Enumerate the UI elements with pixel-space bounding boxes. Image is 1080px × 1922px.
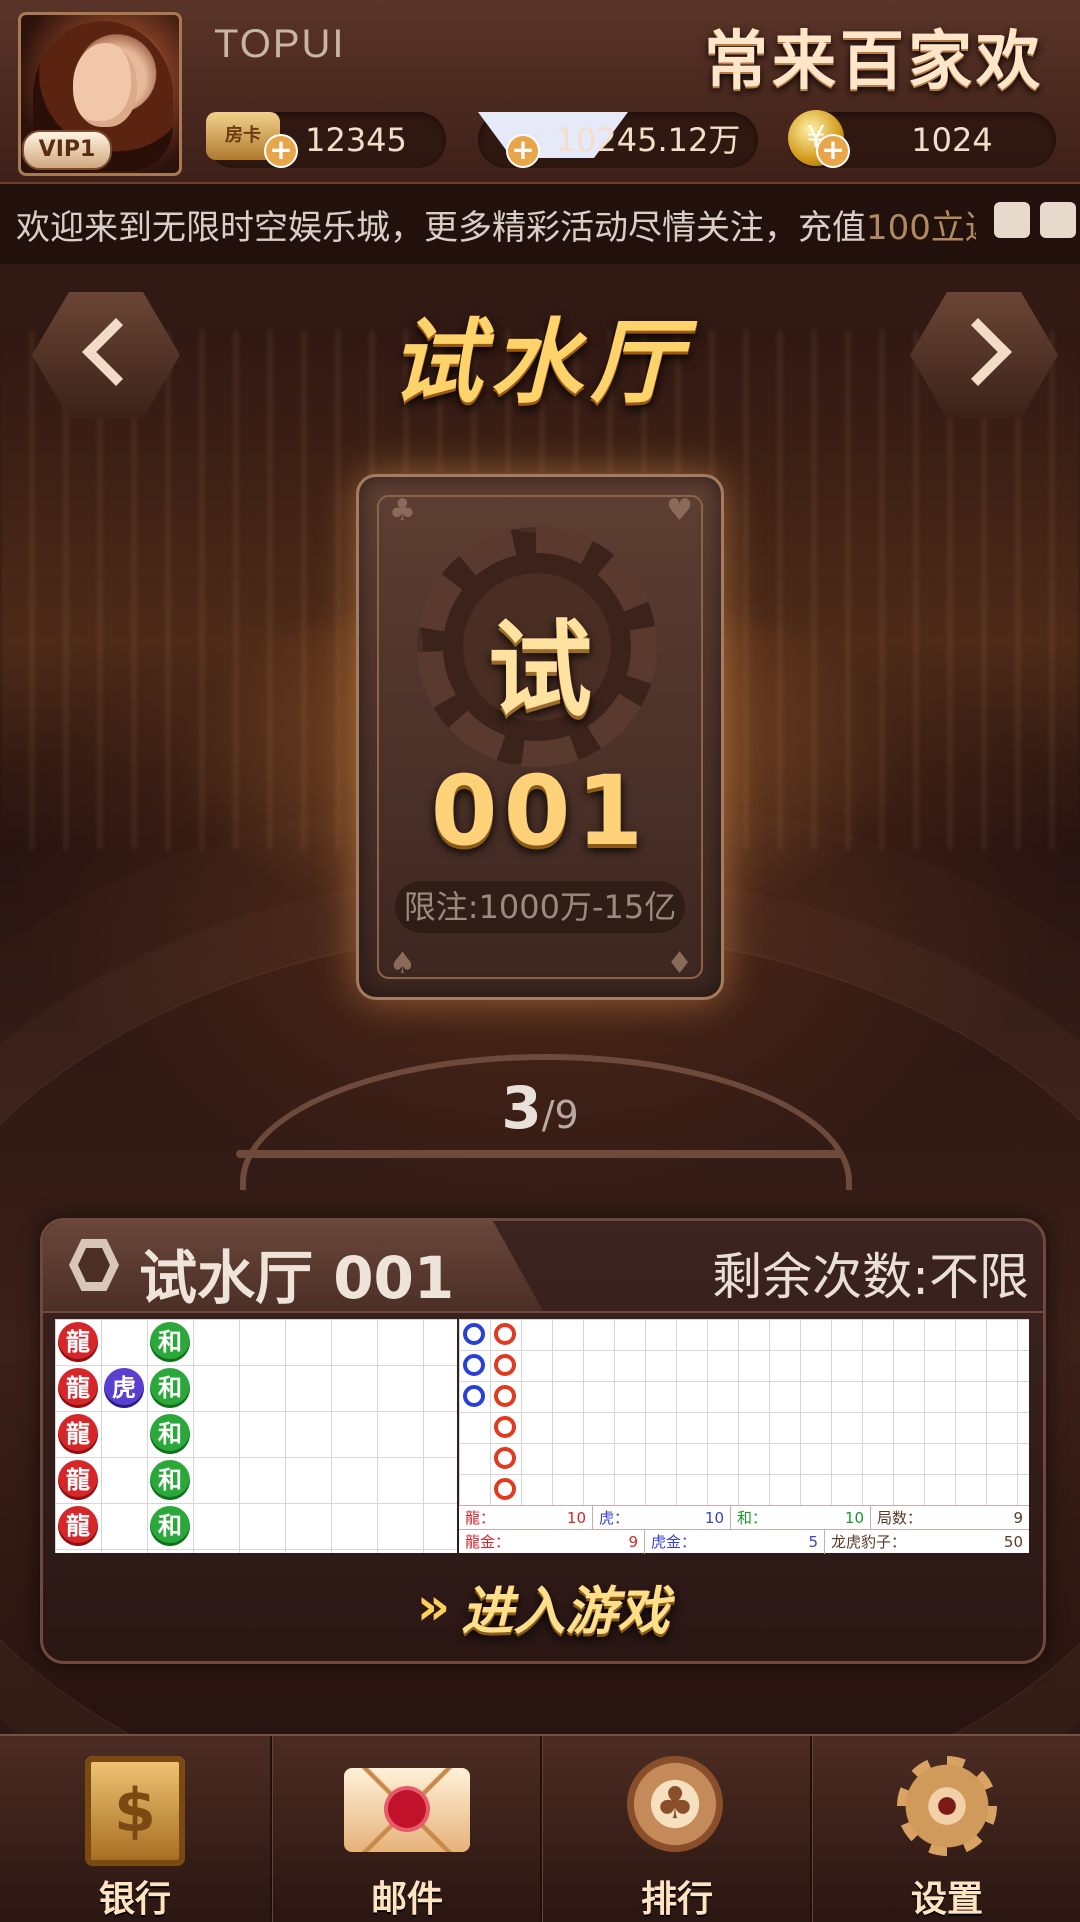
chevron-right-icon — [944, 318, 1012, 386]
bead-dragon: 龍 — [58, 1414, 98, 1454]
app-title: 常来百家欢 — [704, 24, 1044, 99]
bottom-nav: $ 银行 邮件 ♣ 排行 设置 — [0, 1734, 1080, 1922]
page-current: 3 — [501, 1074, 542, 1142]
username: TOPUI — [214, 22, 346, 66]
nav-settings[interactable]: 设置 — [812, 1736, 1080, 1922]
announcement-main: 欢迎来到无限时空娱乐城，更多精彩活动尽情关注，充值 — [16, 208, 866, 248]
enter-game-label: 进入游戏 — [461, 1582, 670, 1642]
diamond-counter[interactable]: + 10245.12万 — [478, 112, 758, 168]
bead-road: 龍和龍虎和龍和龍和龍和 — [55, 1319, 457, 1553]
coin-add-icon[interactable]: + — [818, 136, 848, 166]
bead-tie: 和 — [150, 1368, 190, 1408]
vip-badge: VIP1 — [22, 130, 112, 170]
room-type-char: 试 — [487, 608, 592, 731]
nav-rank[interactable]: ♣ 排行 — [542, 1736, 812, 1922]
big-road-red-ring — [494, 1323, 516, 1345]
message-icon[interactable] — [1040, 202, 1076, 238]
room-info-panel: 试水厅 001 剩余次数:不限 龍和龍虎和龍和龍和龍和 龍： 10 虎： 10 和：… — [40, 1218, 1046, 1664]
pager-base — [236, 1150, 844, 1158]
remaining-plays: 剩余次数:不限 — [712, 1248, 1029, 1306]
enter-game-button[interactable]: » 进入游戏 — [43, 1569, 1043, 1649]
nav-settings-label: 设置 — [910, 1879, 983, 1920]
bead-tie: 和 — [150, 1322, 190, 1362]
announcement-highlight: 100立返 — [866, 208, 976, 248]
panel-room-name: 试水厅 001 — [139, 1244, 455, 1312]
big-road-blue-ring — [463, 1354, 485, 1376]
bead-tiger: 虎 — [104, 1368, 144, 1408]
diamond-add-icon[interactable]: + — [508, 136, 538, 166]
coin-counter[interactable]: ¥ + 1024 — [788, 110, 1056, 168]
coin-count: 1024 — [911, 121, 993, 159]
mail-icon — [344, 1768, 470, 1852]
stats-row-2: 龍金： 9 虎金： 5 龙虎豹子： 50 — [459, 1529, 1029, 1554]
bead-tie: 和 — [150, 1460, 190, 1500]
big-road-red-ring — [494, 1385, 516, 1407]
speaker-icon[interactable] — [994, 202, 1030, 238]
nav-bank[interactable]: $ 银行 — [0, 1736, 270, 1922]
big-road-red-ring — [494, 1478, 516, 1500]
bead-dragon: 龍 — [58, 1506, 98, 1546]
stat-tie: 和： 10 — [731, 1506, 871, 1530]
announcement-text: 欢迎来到无限时空娱乐城，更多精彩活动尽情关注，充值100立返 — [16, 200, 976, 249]
heart-icon: ♥ — [666, 493, 693, 528]
nav-mail[interactable]: 邮件 — [272, 1736, 542, 1922]
stats-row-1: 龍： 10 虎： 10 和： 10 局数： 9 — [459, 1505, 1029, 1530]
stat-rounds: 局数： 9 — [877, 1509, 1023, 1527]
top-bar: VIP1 TOPUI 常来百家欢 房卡 + 12345 + 10245.12万 … — [0, 0, 1080, 184]
bead-dragon: 龍 — [58, 1460, 98, 1500]
room-card-counter[interactable]: 房卡 + 12345 — [206, 112, 446, 168]
big-road-blue-ring — [463, 1323, 485, 1345]
club-icon: ♣ — [389, 493, 416, 528]
bet-limit: 限注:1000万-15亿 — [395, 881, 685, 933]
nav-rank-label: 排行 — [640, 1879, 713, 1920]
avatar-face — [73, 43, 137, 127]
bead-dragon: 龍 — [58, 1322, 98, 1362]
room-card-count: 12345 — [305, 121, 407, 159]
bead-tie: 和 — [150, 1414, 190, 1454]
room-card[interactable]: ♣ ♥ ♠ ♦ 试 001 限注:1000万-15亿 — [356, 474, 724, 1000]
big-road: 龍： 10 虎： 10 和： 10 局数： 9 龍金： 9 虎金： 5 龙虎豹子： 50 — [459, 1319, 1029, 1554]
stat-tiger: 虎： 10 — [593, 1506, 731, 1530]
spade-icon: ♠ — [389, 946, 416, 981]
stat-leopard: 龙虎豹子： 50 — [831, 1533, 1023, 1551]
rank-icon: ♣ — [627, 1756, 723, 1852]
nav-mail-label: 邮件 — [370, 1879, 443, 1920]
stats-table: 龍： 10 虎： 10 和： 10 局数： 9 龍金： 9 虎金： 5 龙虎豹子： 50 — [459, 1505, 1029, 1554]
stat-dragon: 龍： 10 — [459, 1506, 593, 1530]
bead-tie: 和 — [150, 1506, 190, 1546]
panel-header: 试水厅 001 剩余次数:不限 — [43, 1221, 1043, 1313]
stat-dragon-gold: 龍金： 9 — [459, 1530, 645, 1554]
diamond-count: 10245.12万 — [555, 121, 741, 159]
nav-bank-label: 银行 — [98, 1879, 171, 1920]
big-road-blue-ring — [463, 1385, 485, 1407]
big-road-red-ring — [494, 1416, 516, 1438]
double-chevron-icon: » — [416, 1576, 451, 1637]
room-number: 001 — [430, 755, 650, 867]
settings-gear-icon — [897, 1756, 997, 1856]
bank-icon: $ — [85, 1756, 185, 1866]
big-road-red-ring — [494, 1354, 516, 1376]
stat-tiger-gold: 虎金： 5 — [645, 1530, 825, 1554]
bead-dragon: 龍 — [58, 1368, 98, 1408]
big-road-grid — [459, 1319, 1029, 1505]
page-total: /9 — [541, 1093, 579, 1137]
page-indicator: 3/9 — [0, 1074, 1080, 1142]
diamond-suit-icon: ♦ — [666, 946, 693, 981]
announcement-marquee: 欢迎来到无限时空娱乐城，更多精彩活动尽情关注，充值100立返 — [0, 184, 1080, 264]
big-road-red-ring — [494, 1447, 516, 1469]
